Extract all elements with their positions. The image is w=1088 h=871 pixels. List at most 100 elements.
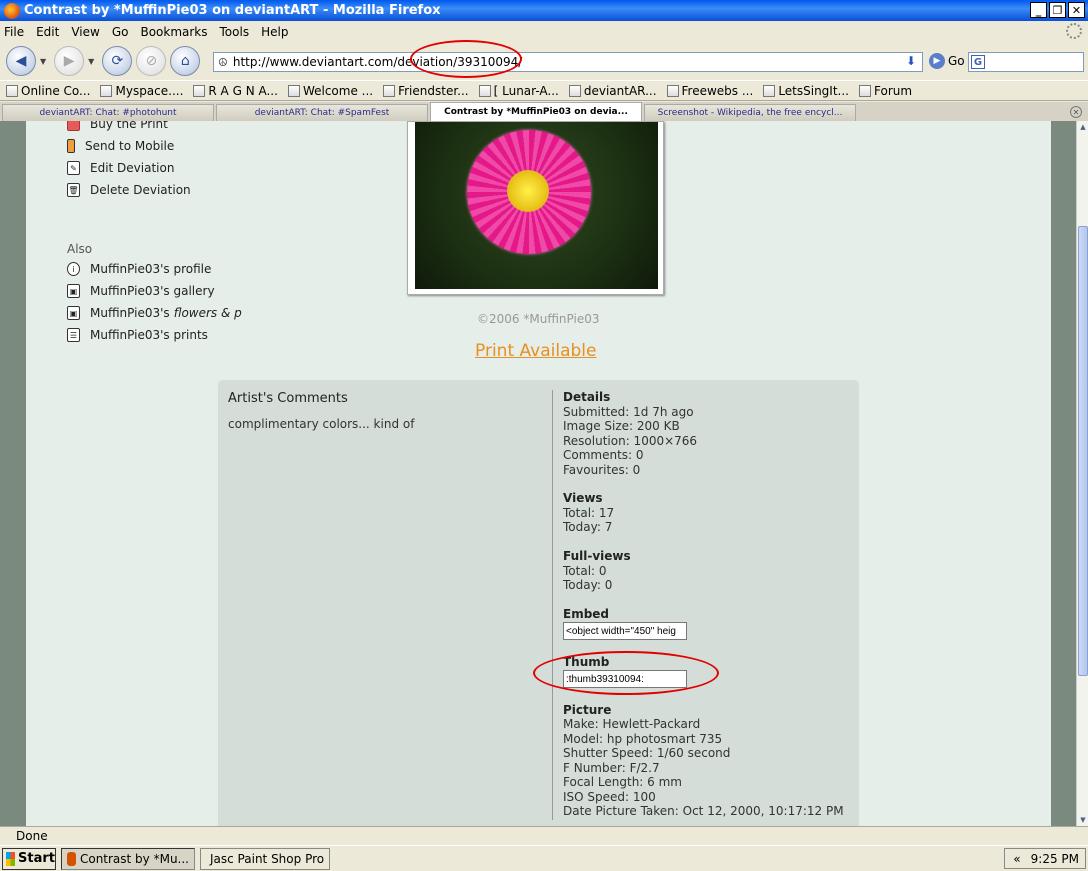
tab-wikipedia[interactable]: Screenshot - Wikipedia, the free encycl.… [644, 104, 856, 121]
bookmark-page-icon [666, 84, 679, 97]
bookmark-item[interactable]: Freewebs ... [666, 84, 753, 98]
info-icon: i [67, 262, 80, 276]
close-tab-icon[interactable]: ✕ [1070, 106, 1082, 118]
cart-icon [67, 121, 80, 131]
status-bar: Done [0, 826, 1088, 844]
tab-photohunt[interactable]: deviantART: Chat: #photohunt [2, 104, 214, 121]
views-total-text: Total: 17 [563, 506, 615, 520]
window-title: Contrast by *MuffinPie03 on deviantART -… [24, 3, 441, 18]
vertical-scrollbar[interactable]: ▲ ▼ [1076, 121, 1088, 826]
taskbar: Start Contrast by *Mu... Jasc Paint Shop… [0, 845, 1088, 871]
menu-edit[interactable]: Edit [36, 25, 59, 39]
submitted-text: Submitted: 1d 7h ago [563, 405, 694, 419]
deviation-image-frame [407, 121, 664, 295]
bookmark-item[interactable]: Online Co... [6, 84, 90, 98]
bookmark-page-icon [763, 84, 776, 97]
image-size-text: Image Size: 200 KB [563, 419, 680, 433]
site-favicon-icon: ☮ [218, 55, 228, 69]
details-panel: Artist's Comments complimentary colors..… [218, 380, 859, 826]
url-history-dropdown-icon[interactable]: ⬇ [906, 54, 916, 68]
bookmark-page-icon [859, 84, 871, 97]
flower-center [507, 170, 549, 212]
bookmark-item[interactable]: deviantAR... [568, 84, 657, 98]
minimize-button[interactable]: _ [1030, 2, 1047, 18]
tab-spamfest[interactable]: deviantART: Chat: #SpamFest [216, 104, 428, 121]
menu-help[interactable]: Help [261, 25, 288, 39]
edit-deviation-link[interactable]: ✎ Edit Deviation [67, 161, 174, 175]
embed-code-field[interactable]: <object width="450" heig [563, 622, 687, 640]
go-arrow-icon: ▶ [929, 53, 945, 69]
fullviews-today-text: Today: 0 [563, 578, 613, 592]
profile-link[interactable]: i MuffinPie03's profile [67, 262, 211, 276]
menu-file[interactable]: File [4, 25, 24, 39]
deviation-page: Buy the Print Send to Mobile ✎ Edit Devi… [26, 121, 1051, 826]
deviation-image[interactable] [415, 122, 658, 289]
focal-length-text: Focal Length: 6 mm [563, 775, 682, 789]
clock[interactable]: 9:25 PM [1031, 852, 1079, 866]
windows-logo-icon [6, 851, 16, 866]
delete-deviation-link[interactable]: 🗑 Delete Deviation [67, 183, 191, 197]
menu-go[interactable]: Go [112, 25, 129, 39]
firefox-icon [67, 851, 76, 866]
close-button[interactable]: ✕ [1068, 2, 1085, 18]
tab-strip: deviantART: Chat: #photohunt deviantART:… [0, 102, 1088, 121]
back-icon[interactable]: ◀ [6, 46, 36, 76]
taskbar-firefox[interactable]: Contrast by *Mu... [61, 847, 195, 870]
start-button[interactable]: Start [2, 847, 56, 870]
url-text: http://www.deviantart.com/deviation/3931… [232, 55, 523, 69]
menu-tools[interactable]: Tools [220, 25, 250, 39]
url-bar[interactable]: ☮ http://www.deviantart.com/deviation/39… [213, 52, 923, 72]
gallery-folder-icon: ▣ [67, 306, 80, 320]
views-heading: Views [563, 491, 603, 505]
back-history-dropdown[interactable]: ▼ [40, 57, 46, 66]
edit-pencil-icon: ✎ [67, 161, 80, 175]
buy-print-link[interactable]: Buy the Print [67, 121, 168, 131]
artist-comments-heading: Artist's Comments [228, 391, 348, 406]
send-to-mobile-link[interactable]: Send to Mobile [67, 139, 174, 153]
tab-contrast[interactable]: Contrast by *MuffinPie03 on devia... [430, 102, 642, 121]
scrollbar-thumb[interactable] [1078, 226, 1088, 676]
forward-icon[interactable]: ▶ [54, 46, 85, 76]
firefox-icon [4, 2, 20, 19]
google-search-icon[interactable]: G [971, 55, 985, 69]
bookmark-item[interactable]: [ Lunar-A... [478, 84, 559, 98]
print-available-link[interactable]: Print Available [475, 341, 596, 361]
bookmark-item[interactable]: Forum [859, 84, 912, 98]
gallery-folder-link[interactable]: ▣ MuffinPie03's flowers & p [67, 306, 242, 320]
menu-view[interactable]: View [71, 25, 99, 39]
search-input[interactable]: G [968, 52, 1084, 72]
picture-heading: Picture [563, 703, 612, 717]
stop-icon[interactable]: ⊘ [136, 46, 167, 76]
scroll-down-icon[interactable]: ▼ [1077, 814, 1088, 826]
bookmark-item[interactable]: Friendster... [383, 84, 469, 98]
comments-count-text: Comments: 0 [563, 448, 644, 462]
prints-icon: ☰ [67, 328, 80, 342]
scroll-up-icon[interactable]: ▲ [1077, 121, 1088, 133]
bookmark-item[interactable]: Welcome ... [287, 84, 373, 98]
gallery-icon: ▣ [67, 284, 80, 298]
bookmark-page-icon [6, 84, 18, 97]
restore-button[interactable]: ❐ [1049, 2, 1066, 18]
reload-icon[interactable]: ⟳ [102, 46, 133, 76]
taskbar-paintshop[interactable]: Jasc Paint Shop Pro [200, 847, 330, 870]
bookmarks-toolbar: Online Co... Myspace.... R A G N A... We… [0, 80, 1088, 101]
page-viewport: Buy the Print Send to Mobile ✎ Edit Devi… [0, 121, 1076, 826]
thumb-heading: Thumb [563, 655, 610, 669]
bookmark-item[interactable]: Myspace.... [100, 84, 183, 98]
gallery-link[interactable]: ▣ MuffinPie03's gallery [67, 284, 215, 298]
bookmark-item[interactable]: LetsSingIt... [763, 84, 849, 98]
throbber-icon [1066, 23, 1082, 39]
go-label: Go [948, 54, 965, 68]
gallery-folder-name: flowers & p [173, 306, 242, 320]
prints-link[interactable]: ☰ MuffinPie03's prints [67, 328, 208, 342]
embed-heading: Embed [563, 607, 610, 621]
home-icon[interactable]: ⌂ [170, 46, 201, 76]
bookmark-item[interactable]: R A G N A... [193, 84, 278, 98]
system-tray: « 9:25 PM [1004, 848, 1086, 869]
fullviews-heading: Full-views [563, 549, 631, 563]
go-button[interactable]: ▶ Go [929, 53, 965, 69]
forward-history-dropdown[interactable]: ▼ [88, 57, 94, 66]
thumb-code-field[interactable]: :thumb39310094: [563, 670, 687, 688]
menu-bookmarks[interactable]: Bookmarks [140, 25, 207, 39]
tray-expand-icon[interactable]: « [1013, 852, 1020, 866]
